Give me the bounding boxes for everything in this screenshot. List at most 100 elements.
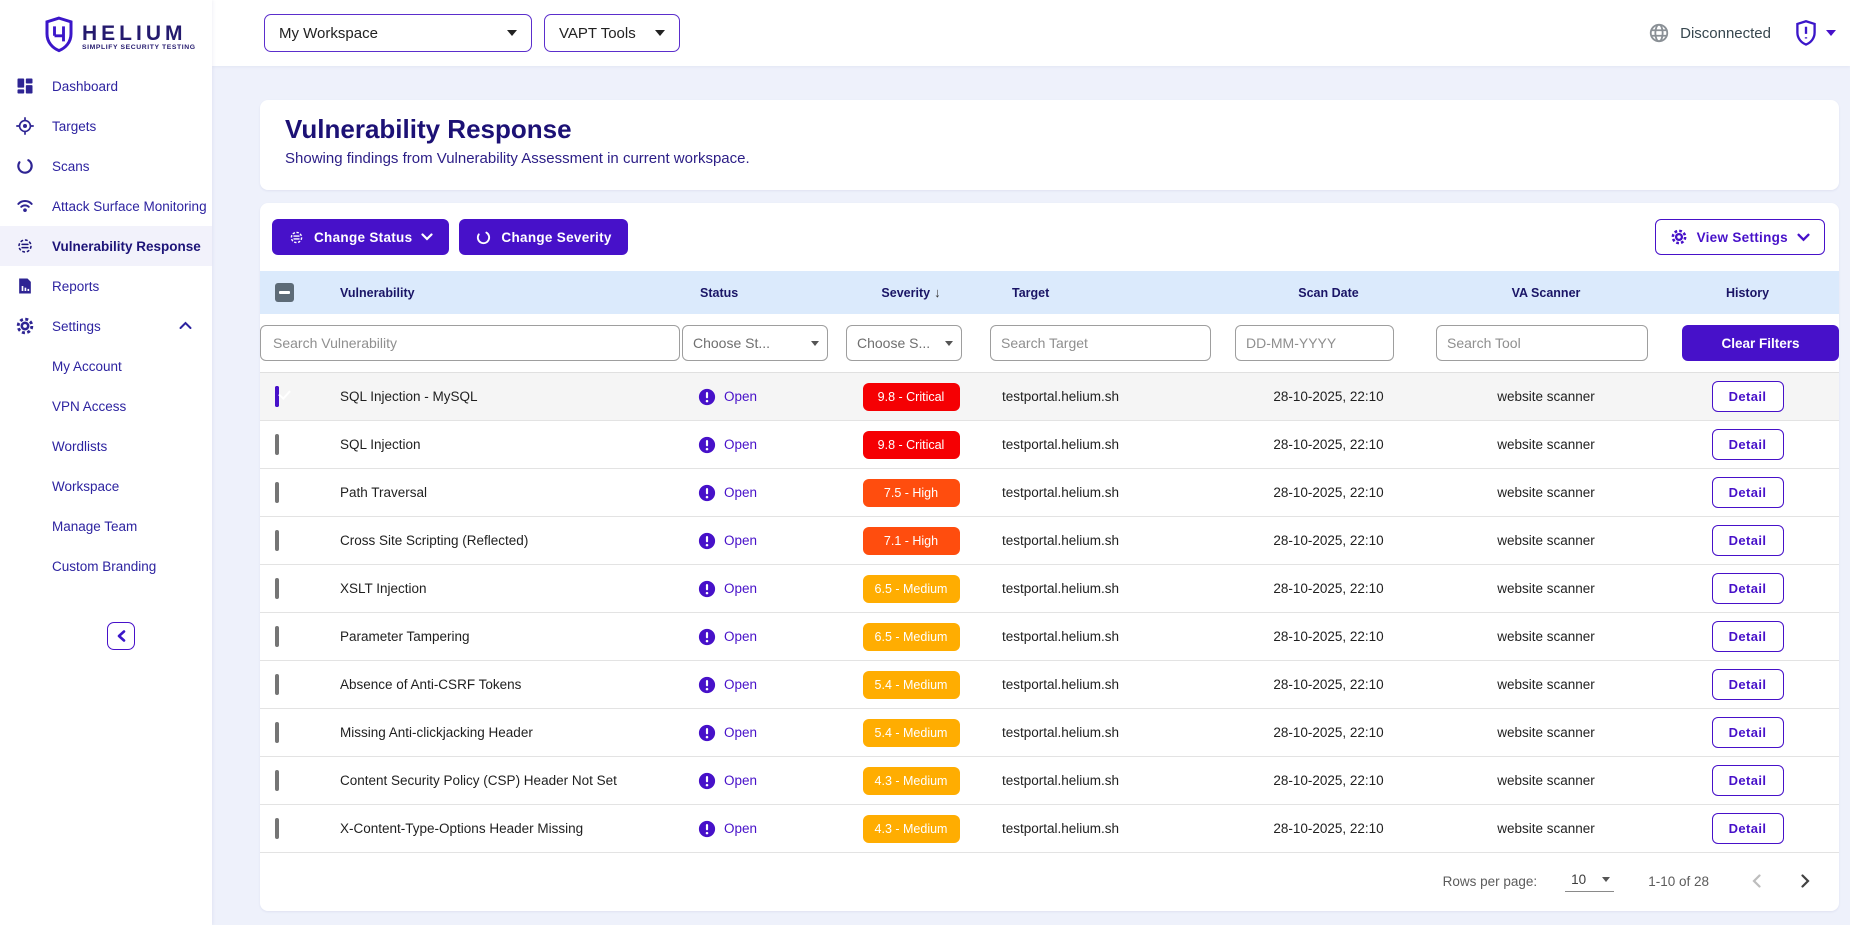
row-checkbox[interactable] xyxy=(275,722,279,743)
detail-button[interactable]: Detail xyxy=(1712,525,1784,556)
row-checkbox[interactable] xyxy=(275,434,279,455)
workspace-select-value: My Workspace xyxy=(279,25,378,42)
severity-circle-icon xyxy=(475,229,492,246)
scan-date-input[interactable] xyxy=(1235,325,1394,361)
brand-logo[interactable]: HELIUM SIMPLIFY SECURITY TESTING xyxy=(0,0,212,62)
scan-date: 28-10-2025, 22:10 xyxy=(1221,581,1436,596)
rows-per-page-select[interactable]: 10 xyxy=(1565,870,1614,892)
va-scanner: website scanner xyxy=(1436,533,1656,548)
detail-button[interactable]: Detail xyxy=(1712,813,1784,844)
sidebar-item-reports[interactable]: Reports xyxy=(0,266,212,306)
change-status-button[interactable]: Change Status xyxy=(272,219,449,255)
sidebar-subitem-label: VPN Access xyxy=(52,399,126,414)
sidebar-item-vpn-access[interactable]: VPN Access xyxy=(0,386,212,426)
sidebar-collapse-button[interactable] xyxy=(107,622,135,650)
table-row: Absence of Anti-CSRF Tokens Open 5.4 - M… xyxy=(260,661,1839,709)
sidebar-item-attack-surface-monitoring[interactable]: Attack Surface Monitoring xyxy=(0,186,212,226)
sidebar-item-custom-branding[interactable]: Custom Branding xyxy=(0,546,212,586)
sidebar-item-my-account[interactable]: My Account xyxy=(0,346,212,386)
severity-badge: 7.5 - High xyxy=(863,479,960,507)
next-page-button[interactable] xyxy=(1798,872,1813,890)
column-header-status: Status xyxy=(680,286,846,300)
status-label: Open xyxy=(724,581,757,596)
tool-search-input[interactable] xyxy=(1436,325,1648,361)
vapt-tools-select[interactable]: VAPT Tools xyxy=(544,14,680,52)
target-search-input[interactable] xyxy=(990,325,1211,361)
sidebar-item-dashboard[interactable]: Dashboard xyxy=(0,66,212,106)
detail-button[interactable]: Detail xyxy=(1712,429,1784,460)
row-checkbox[interactable] xyxy=(275,482,279,503)
select-all-checkbox[interactable] xyxy=(275,283,294,302)
status-label: Open xyxy=(724,821,757,836)
target-host: testportal.helium.sh xyxy=(976,581,1221,596)
vapt-tools-select-value: VAPT Tools xyxy=(559,25,636,42)
detail-button[interactable]: Detail xyxy=(1712,669,1784,700)
workspace-select[interactable]: My Workspace xyxy=(264,14,532,52)
sidebar-item-label: Vulnerability Response xyxy=(52,239,201,254)
row-checkbox[interactable] xyxy=(275,626,279,647)
sidebar-subitem-label: Workspace xyxy=(52,479,119,494)
scan-date: 28-10-2025, 22:10 xyxy=(1221,629,1436,644)
status-filter-select[interactable]: Choose St... xyxy=(682,325,828,361)
filter-row: Choose St... Choose S... Clear Filters xyxy=(260,314,1839,373)
target-host: testportal.helium.sh xyxy=(976,773,1221,788)
helium-shield-icon xyxy=(1795,20,1817,46)
target-host: testportal.helium.sh xyxy=(976,437,1221,452)
table-row: SQL Injection - MySQL Open 9.8 - Critica… xyxy=(260,373,1839,421)
severity-filter-select[interactable]: Choose S... xyxy=(846,325,962,361)
app-root: HELIUM SIMPLIFY SECURITY TESTING Dashboa… xyxy=(0,0,1850,925)
status-open-icon xyxy=(698,772,716,790)
column-header-severity[interactable]: Severity↓ xyxy=(846,285,976,300)
sidebar-item-workspace[interactable]: Workspace xyxy=(0,466,212,506)
target-host: testportal.helium.sh xyxy=(976,533,1221,548)
row-checkbox[interactable] xyxy=(275,530,279,551)
sidebar-subitem-label: My Account xyxy=(52,359,122,374)
status-open-icon xyxy=(698,436,716,454)
detail-button[interactable]: Detail xyxy=(1712,765,1784,796)
va-scanner: website scanner xyxy=(1436,821,1656,836)
vulnerability-name: XSLT Injection xyxy=(308,581,680,596)
sidebar-item-manage-team[interactable]: Manage Team xyxy=(0,506,212,546)
status-open-icon xyxy=(698,532,716,550)
sidebar-item-vulnerability-response[interactable]: Vulnerability Response xyxy=(0,226,212,266)
target-host: testportal.helium.sh xyxy=(976,485,1221,500)
view-settings-button[interactable]: View Settings xyxy=(1655,219,1825,255)
status-open-icon xyxy=(698,484,716,502)
detail-button[interactable]: Detail xyxy=(1712,621,1784,652)
vulnerability-name: Path Traversal xyxy=(308,485,680,500)
bug-icon xyxy=(288,229,305,246)
user-menu[interactable] xyxy=(1795,20,1836,46)
row-checkbox[interactable] xyxy=(275,578,279,599)
detail-button[interactable]: Detail xyxy=(1712,477,1784,508)
column-header-vulnerability: Vulnerability xyxy=(308,286,680,300)
sidebar-item-wordlists[interactable]: Wordlists xyxy=(0,426,212,466)
row-checkbox[interactable] xyxy=(275,818,279,839)
detail-button[interactable]: Detail xyxy=(1712,573,1784,604)
sidebar-item-targets[interactable]: Targets xyxy=(0,106,212,146)
sidebar-subitem-label: Wordlists xyxy=(52,439,107,454)
previous-page-button[interactable] xyxy=(1749,872,1764,890)
chevron-left-icon xyxy=(1751,874,1762,888)
vulnerability-search-input[interactable] xyxy=(260,325,680,361)
sidebar-item-label: Settings xyxy=(52,319,101,334)
detail-button[interactable]: Detail xyxy=(1712,381,1784,412)
chevron-down-icon xyxy=(655,30,665,36)
sidebar-item-label: Dashboard xyxy=(52,79,118,94)
severity-badge: 4.3 - Medium xyxy=(863,767,960,795)
row-checkbox[interactable] xyxy=(275,770,279,791)
scan-date: 28-10-2025, 22:10 xyxy=(1221,437,1436,452)
table-header-row: Vulnerability Status Severity↓ Target Sc… xyxy=(260,271,1839,314)
column-header-target: Target xyxy=(976,286,1221,300)
row-checkbox[interactable] xyxy=(275,674,279,695)
sidebar-item-scans[interactable]: Scans xyxy=(0,146,212,186)
page-subtitle: Showing findings from Vulnerability Asse… xyxy=(285,150,1839,167)
detail-button[interactable]: Detail xyxy=(1712,717,1784,748)
sidebar-item-label: Attack Surface Monitoring xyxy=(52,199,207,214)
table-row: Cross Site Scripting (Reflected) Open 7.… xyxy=(260,517,1839,565)
clear-filters-button[interactable]: Clear Filters xyxy=(1682,325,1839,361)
change-severity-button[interactable]: Change Severity xyxy=(459,219,627,255)
status-label: Open xyxy=(724,437,757,452)
sidebar-item-settings[interactable]: Settings xyxy=(0,306,212,346)
row-checkbox[interactable] xyxy=(275,386,279,407)
gear-icon xyxy=(1670,228,1688,246)
